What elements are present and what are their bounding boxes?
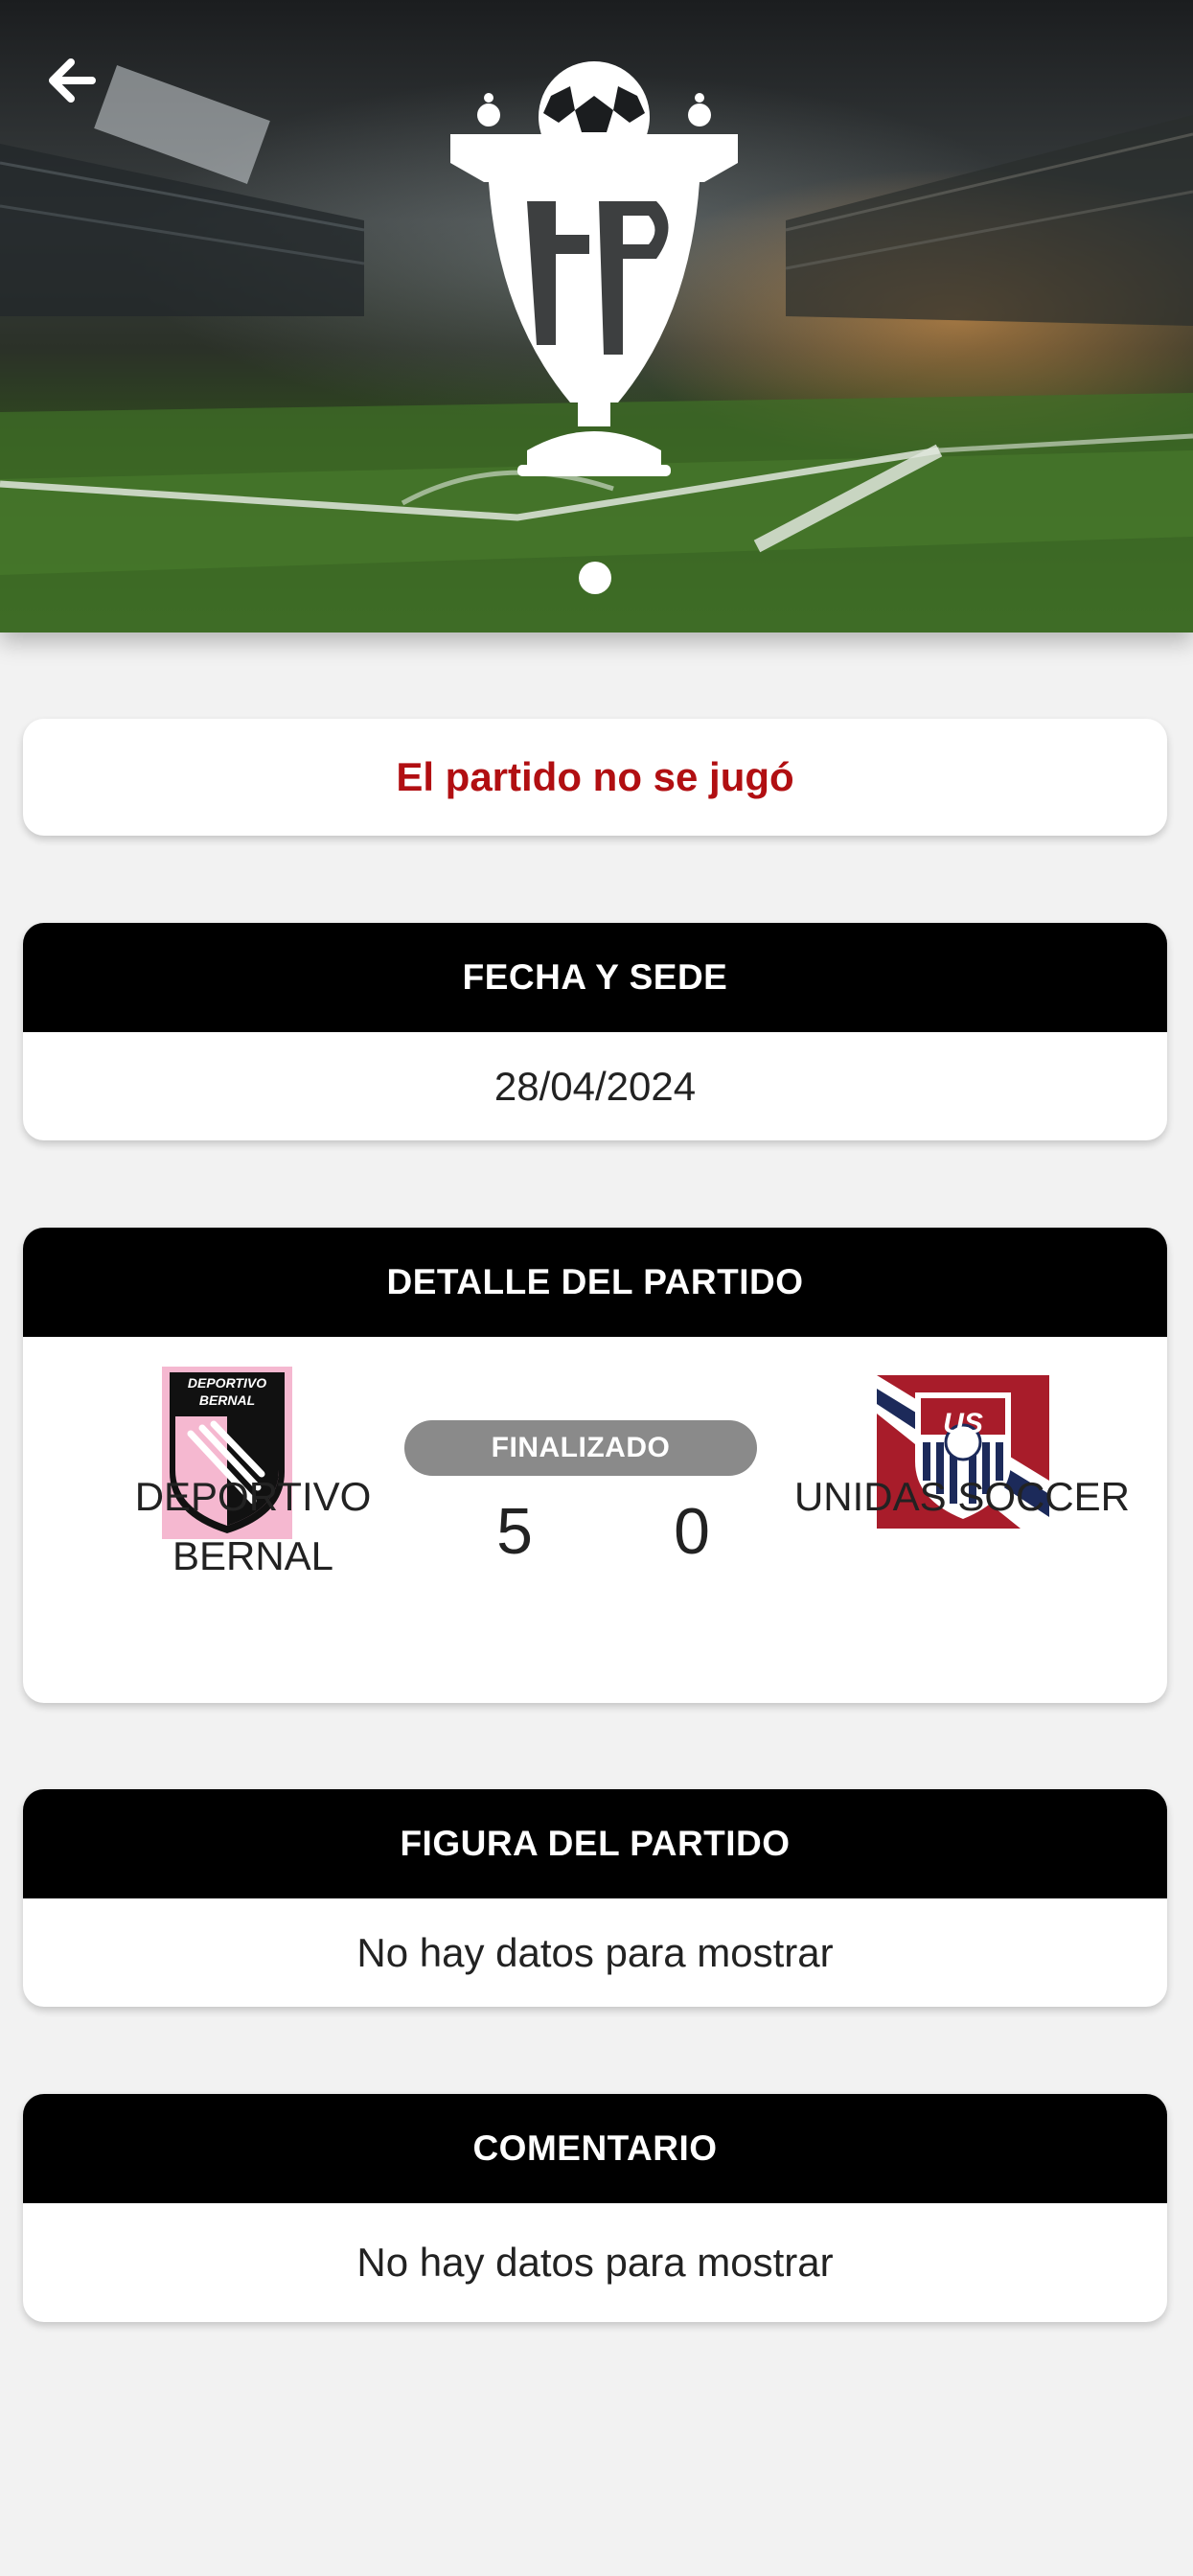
player-of-match-header: FIGURA DEL PARTIDO <box>23 1789 1167 1898</box>
match-status-card: El partido no se jugó <box>23 719 1167 836</box>
fpt-trophy-logo <box>450 61 738 476</box>
match-date: 28/04/2024 <box>493 1063 697 1109</box>
carousel-indicator-dot[interactable] <box>579 562 611 594</box>
away-score: 0 <box>674 1495 710 1568</box>
comment-empty-text: No hay datos para mostrar <box>356 2240 834 2285</box>
away-team-name: UNIDAS SOCCER <box>793 1474 1131 1519</box>
home-team-name: DEPORTIVO BERNAL <box>134 1474 372 1578</box>
back-button[interactable] <box>34 44 107 117</box>
home-score: 5 <box>496 1495 533 1568</box>
comment-header: COMENTARIO <box>23 2094 1167 2203</box>
match-detail-header: DETALLE DEL PARTIDO <box>23 1228 1167 1337</box>
svg-text:DEPORTIVO: DEPORTIVO <box>188 1375 266 1391</box>
svg-text:US: US <box>943 1408 983 1439</box>
fecha-sede-card: FECHA Y SEDE 28/04/2024 <box>23 923 1167 1140</box>
player-of-match-card: FIGURA DEL PARTIDO No hay datos para mos… <box>23 1789 1167 2007</box>
match-status-text: El partido no se jugó <box>396 754 794 799</box>
comment-card: COMENTARIO No hay datos para mostrar <box>23 2094 1167 2322</box>
arrow-left-icon <box>49 58 96 103</box>
hero-banner <box>0 0 1193 632</box>
fecha-sede-header: FECHA Y SEDE <box>23 923 1167 1032</box>
match-finished-badge: FINALIZADO <box>404 1420 757 1476</box>
match-detail-card: DETALLE DEL PARTIDO DEPORTIVO BERNAL DEP… <box>23 1228 1167 1703</box>
player-of-match-empty-text: No hay datos para mostrar <box>356 1929 834 1975</box>
svg-text:BERNAL: BERNAL <box>199 1392 255 1408</box>
